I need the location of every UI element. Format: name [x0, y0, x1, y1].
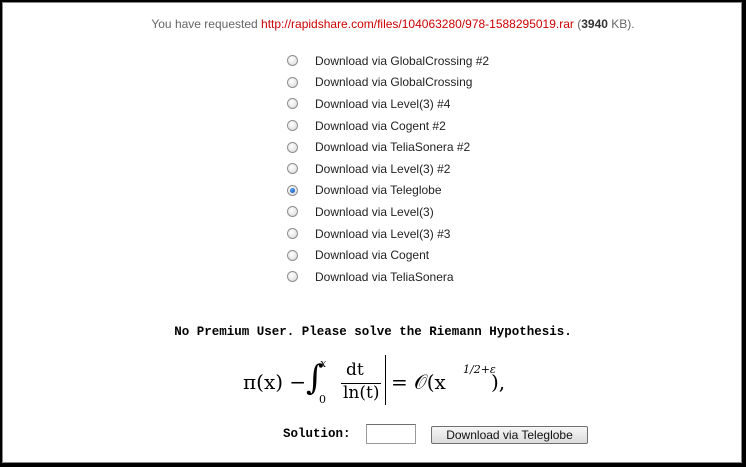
formula-end: ),	[491, 370, 506, 394]
mirror-option[interactable]: Download via Teleglobe	[287, 180, 489, 202]
mirror-option[interactable]: Download via Level(3) #4	[287, 93, 489, 115]
formula-lhs: π(x) −	[243, 370, 307, 394]
solution-label: Solution:	[283, 427, 351, 441]
mirror-option[interactable]: Download via GlobalCrossing #2	[287, 50, 489, 72]
mirror-option[interactable]: Download via TeliaSonera #2	[287, 136, 489, 158]
mirror-list: Download via GlobalCrossing #2 Download v…	[287, 50, 489, 288]
solution-input[interactable]	[366, 424, 416, 444]
absolute-bar	[385, 355, 386, 405]
mirror-option[interactable]: Download via Level(3)	[287, 201, 489, 223]
mirror-option[interactable]: Download via Level(3) #3	[287, 223, 489, 245]
radio-button[interactable]	[287, 76, 298, 88]
radio-button[interactable]	[287, 163, 298, 175]
premium-notice: No Premium User. Please solve the Rieman…	[174, 325, 572, 339]
radio-button[interactable]	[287, 141, 298, 153]
fraction-denominator: ln(t)	[343, 383, 380, 403]
mirror-option[interactable]: Download via TeliaSonera	[287, 266, 489, 288]
mirror-label: Download via GlobalCrossing #2	[315, 53, 490, 68]
size-unit: KB).	[611, 17, 635, 31]
mirror-option[interactable]: Download via Level(3) #2	[287, 158, 489, 180]
mirror-label: Download via Level(3) #4	[315, 96, 451, 111]
requested-file-line: You have requested http://rapidshare.com…	[3, 17, 746, 31]
file-url-link[interactable]: http://rapidshare.com/files/104063280/97…	[261, 17, 574, 31]
radio-button[interactable]	[287, 55, 298, 67]
radio-button[interactable]	[287, 206, 298, 218]
integral-upper-limit: x	[320, 357, 327, 370]
mirror-label: Download via Cogent #2	[315, 118, 446, 133]
mirror-label: Download via Cogent	[315, 248, 430, 263]
requested-prefix: You have requested	[151, 17, 258, 31]
file-size: 3940	[581, 17, 608, 31]
radio-button[interactable]	[287, 98, 298, 110]
radio-button[interactable]	[287, 271, 298, 283]
radio-button-checked[interactable]	[287, 184, 298, 196]
mirror-label: Download via GlobalCrossing	[315, 75, 473, 90]
mirror-label: Download via Level(3)	[315, 204, 434, 219]
mirror-option[interactable]: Download via Cogent #2	[287, 115, 489, 137]
mirror-label: Download via Level(3) #3	[315, 226, 451, 241]
mirror-label: Download via TeliaSonera	[315, 269, 454, 284]
page-frame: You have requested http://rapidshare.com…	[2, 2, 742, 463]
formula-rhs: = 𝒪(x	[391, 370, 446, 394]
radio-button[interactable]	[287, 249, 298, 261]
radio-button[interactable]	[287, 228, 298, 240]
mirror-label: Download via TeliaSonera #2	[315, 140, 471, 155]
radio-button[interactable]	[287, 120, 298, 132]
integral-lower-limit: 0	[319, 393, 326, 406]
fraction-numerator: dt	[346, 360, 364, 380]
mirror-label: Download via Level(3) #2	[315, 161, 451, 176]
mirror-label: Download via Teleglobe	[315, 183, 442, 198]
download-button[interactable]: Download via Teleglobe	[431, 426, 588, 444]
mirror-option[interactable]: Download via GlobalCrossing	[287, 72, 489, 94]
mirror-option[interactable]: Download via Cogent	[287, 244, 489, 266]
